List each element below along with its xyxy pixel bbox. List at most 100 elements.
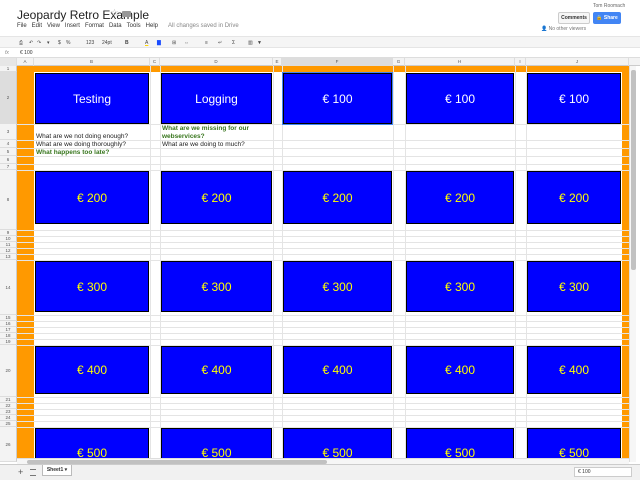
row-header[interactable]: 8 <box>0 170 17 230</box>
sheet-list-icon[interactable] <box>30 469 36 476</box>
menu-insert[interactable]: Insert <box>65 23 80 29</box>
note-d3-line1[interactable]: What are we missing for our <box>162 125 249 133</box>
value-cell-300[interactable]: € 300 <box>35 261 149 312</box>
row-header[interactable]: 14 <box>0 260 17 315</box>
folder-icon[interactable] <box>122 11 131 17</box>
row-header[interactable]: 26 <box>0 427 17 462</box>
grid-line <box>17 248 636 249</box>
star-icon[interactable]: ☆ <box>110 8 119 19</box>
column-header[interactable]: E <box>273 58 282 66</box>
value-cell-200[interactable]: € 200 <box>527 171 621 224</box>
value-cell-200[interactable]: € 200 <box>406 171 514 224</box>
row-header-selected[interactable]: 2 <box>0 72 17 124</box>
sum-display[interactable]: € 100 <box>574 467 632 477</box>
menu-file[interactable]: File <box>17 23 27 29</box>
value-cell-300[interactable]: € 300 <box>406 261 514 312</box>
value-cell-300[interactable]: € 300 <box>283 261 392 312</box>
row-header[interactable]: 5 <box>0 148 17 156</box>
formula-input[interactable]: € 100 <box>20 50 33 56</box>
undo-icon[interactable]: ↶ <box>29 39 33 47</box>
value-cell-300[interactable]: € 300 <box>161 261 272 312</box>
borders-icon[interactable]: ⊞ <box>172 39 176 47</box>
fill-color-icon[interactable]: ▇ <box>157 39 161 47</box>
comments-button[interactable]: Comments <box>558 12 590 24</box>
select-all-corner[interactable] <box>0 58 17 66</box>
grid-line <box>17 397 636 398</box>
vertical-scroll-thumb[interactable] <box>631 70 636 270</box>
paint-format-icon[interactable]: ▾ <box>47 39 50 47</box>
chart-icon[interactable]: ▥ <box>248 39 253 47</box>
grid-line <box>17 415 636 416</box>
column-header[interactable]: H <box>405 58 515 66</box>
value-cell-500[interactable]: € 500 <box>161 428 272 462</box>
row-header[interactable]: 4 <box>0 140 17 148</box>
column-header[interactable]: A <box>17 58 34 66</box>
row-header[interactable]: 6 <box>0 156 17 164</box>
value-cell-500[interactable]: € 500 <box>527 428 621 462</box>
value-cell-200[interactable]: € 200 <box>283 171 392 224</box>
menu-help[interactable]: Help <box>146 23 158 29</box>
column-header[interactable]: D <box>160 58 273 66</box>
note-d3-line2[interactable]: webservices? <box>162 133 205 141</box>
row-header[interactable]: 3 <box>0 124 17 140</box>
row-header[interactable]: 20 <box>0 345 17 397</box>
menu-data[interactable]: Data <box>109 23 122 29</box>
fx-icon: fx <box>5 50 9 56</box>
menu-edit[interactable]: Edit <box>32 23 42 29</box>
menu-format[interactable]: Format <box>85 23 104 29</box>
column-header[interactable]: C <box>150 58 160 66</box>
grid-line <box>17 403 636 404</box>
column-header[interactable]: J <box>526 58 629 66</box>
value-cell-300[interactable]: € 300 <box>527 261 621 312</box>
value-cell-200[interactable]: € 200 <box>35 171 149 224</box>
note-b5[interactable]: What happens too late? <box>36 149 109 157</box>
value-cell-400[interactable]: € 400 <box>283 346 392 394</box>
category-cell-logging[interactable]: Logging <box>161 73 272 124</box>
menu-tools[interactable]: Tools <box>127 23 141 29</box>
value-cell-500[interactable]: € 500 <box>406 428 514 462</box>
currency-format-icon[interactable]: $ <box>58 39 61 47</box>
bold-button[interactable]: B <box>125 39 129 47</box>
value-cell-500[interactable]: € 500 <box>283 428 392 462</box>
menu-view[interactable]: View <box>47 23 60 29</box>
note-d4[interactable]: What are we doing to much? <box>162 141 245 149</box>
redo-icon[interactable]: ↷ <box>37 39 41 47</box>
merge-cells-icon[interactable]: ⇔ <box>184 39 189 47</box>
value-cell-100[interactable]: € 100 <box>406 73 514 124</box>
value-cell-400[interactable]: € 400 <box>161 346 272 394</box>
percent-format-icon[interactable]: % <box>66 39 70 47</box>
viewers-status: 👤 No other viewers <box>541 26 587 32</box>
selected-cell-outline <box>282 72 393 125</box>
value-cell-500[interactable]: € 500 <box>35 428 149 462</box>
share-button[interactable]: 🔒 Share <box>593 12 621 24</box>
number-format-select[interactable]: 123 <box>86 39 94 47</box>
align-icon[interactable]: ≡ <box>205 39 208 47</box>
font-size-select[interactable]: 24pt <box>102 39 112 47</box>
note-b4[interactable]: What are we doing thoroughly? <box>36 141 126 149</box>
column-header[interactable]: I <box>515 58 526 66</box>
value-cell-400[interactable]: € 400 <box>406 346 514 394</box>
add-sheet-icon[interactable]: + <box>18 467 23 477</box>
value-cell-100[interactable]: € 100 <box>527 73 621 124</box>
viewers-label: No other viewers <box>548 26 587 32</box>
cells-area[interactable]: Testing Logging € 100 € 100 € 100 What a… <box>17 66 636 462</box>
filter-icon[interactable]: ▼ <box>257 39 262 47</box>
sheet-tab-label: Sheet1 <box>46 467 64 473</box>
column-header[interactable]: B <box>34 58 150 66</box>
functions-icon[interactable]: Σ <box>232 39 235 47</box>
sheet-tab[interactable]: Sheet1 ▾ <box>42 465 72 476</box>
column-header-selected[interactable]: F <box>282 58 393 66</box>
print-icon[interactable]: ⎙ <box>19 39 23 47</box>
vertical-scrollbar[interactable] <box>629 66 636 462</box>
grid-line <box>17 409 636 410</box>
note-b3[interactable]: What are we not doing enough? <box>36 133 128 141</box>
value-cell-400[interactable]: € 400 <box>527 346 621 394</box>
column-header[interactable]: G <box>393 58 405 66</box>
value-cell-200[interactable]: € 200 <box>161 171 272 224</box>
value-cell-400[interactable]: € 400 <box>35 346 149 394</box>
text-color-button[interactable]: A <box>145 39 148 47</box>
wrap-icon[interactable]: ↵ <box>218 39 222 47</box>
category-cell-testing[interactable]: Testing <box>35 73 149 124</box>
user-name[interactable]: Tom Roomach <box>593 3 625 9</box>
share-label: Share <box>603 15 618 21</box>
